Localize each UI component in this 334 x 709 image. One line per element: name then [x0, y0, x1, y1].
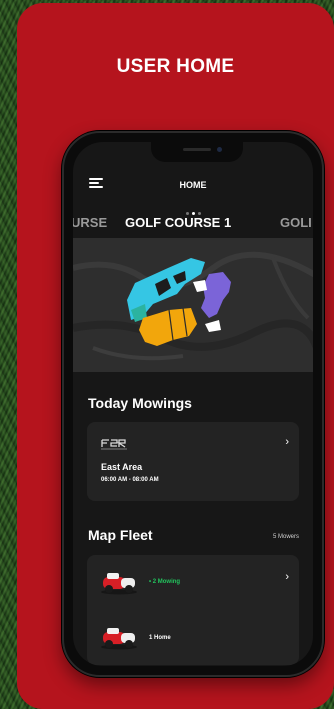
- course-tab-next[interactable]: GOLI: [280, 215, 312, 230]
- phone-notch: [151, 142, 243, 162]
- today-mowings-title: Today Mowings: [88, 395, 192, 411]
- front-camera: [217, 147, 222, 152]
- mower-icon: [101, 573, 137, 595]
- phone-frame: HOME URSE GOLF COURSE 1 GOLI Today Mowin…: [62, 131, 324, 677]
- mowing-time-range: 06:00 AM - 08:00 AM: [101, 477, 159, 483]
- fleet-card[interactable]: • 2 Mowing › 1 Home: [87, 555, 299, 665]
- mowing-area-name: East Area: [101, 462, 143, 472]
- course-map[interactable]: [73, 238, 313, 372]
- status-home: 1 Home: [149, 635, 171, 641]
- app-screen: HOME URSE GOLF COURSE 1 GOLI Today Mowin…: [73, 142, 313, 666]
- course-pager: [73, 202, 313, 215]
- page-title: HOME: [179, 180, 207, 190]
- course-map-drawing: [73, 238, 313, 372]
- promo-card: USER HOME HOME URSE GOLF COURSE 1 GOLI T…: [17, 3, 334, 709]
- fleet-count: 5 Mowers: [272, 534, 299, 540]
- course-tab-previous[interactable]: URSE: [73, 215, 107, 230]
- course-carousel: URSE GOLF COURSE 1 GOLI: [73, 212, 313, 232]
- map-fleet-title: Map Fleet: [88, 527, 153, 543]
- app-header: HOME: [73, 172, 313, 200]
- course-tab-current[interactable]: GOLF COURSE 1: [125, 215, 231, 230]
- speaker-grille: [183, 148, 211, 151]
- chevron-right-icon: ›: [285, 436, 289, 448]
- mower-icon: [101, 628, 137, 650]
- promo-title: USER HOME: [116, 56, 235, 77]
- mowing-card-east-area[interactable]: › East Area 06:00 AM - 08:00 AM: [87, 422, 299, 501]
- status-mowing: • 2 Mowing: [149, 579, 181, 585]
- mower-brand-logo: [101, 439, 127, 450]
- chevron-right-icon: ›: [285, 571, 289, 583]
